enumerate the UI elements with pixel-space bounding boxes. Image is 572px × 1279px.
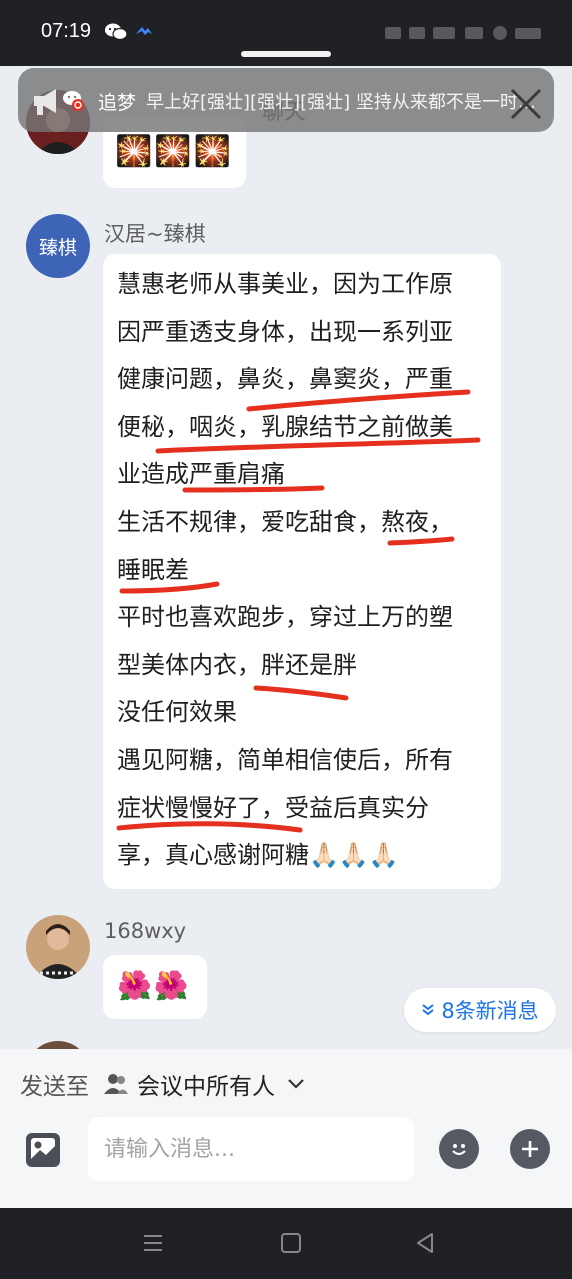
status-time: 07:19 xyxy=(41,20,92,42)
message-line: 症状慢慢好了，受益后真实分 xyxy=(117,793,429,822)
smiley-icon xyxy=(452,1144,466,1156)
avatar-next-sender[interactable] xyxy=(26,1041,90,1049)
image-picker-icon[interactable] xyxy=(24,1131,62,1169)
menu-icon[interactable] xyxy=(142,1228,164,1258)
message-line: 型美体内衣，胖还是胖 xyxy=(117,650,357,679)
back-icon[interactable] xyxy=(414,1228,436,1258)
close-icon[interactable] xyxy=(508,86,544,122)
notification-banner[interactable]: 追梦 早上好[强壮][强壮][强壮] 坚持从来都不是一时的... xyxy=(18,68,554,132)
message-line: 业造成严重肩痛 xyxy=(117,460,285,489)
send-to-prefix: 发送至 xyxy=(20,1074,89,1100)
message-composer: 发送至 会议中所有人 xyxy=(0,1049,572,1208)
system-navigation-bar xyxy=(0,1208,572,1279)
message-line: 健康问题，鼻炎，鼻窦炎，严重 xyxy=(117,365,453,394)
message-line: 平时也喜欢跑步，穿过上万的塑 xyxy=(117,603,453,632)
home-icon[interactable] xyxy=(280,1228,302,1258)
send-to-selector[interactable]: 发送至 会议中所有人 xyxy=(20,1067,305,1101)
wechat-icon xyxy=(63,91,84,111)
avatar-sender-zhenqi[interactable]: 臻棋 xyxy=(26,214,90,278)
more-actions-button[interactable] xyxy=(510,1129,550,1169)
people-icon xyxy=(104,1074,128,1094)
sender-name: 168wxy xyxy=(104,919,187,943)
sheet-drag-handle[interactable] xyxy=(241,51,331,57)
message-bubble-emoji[interactable]: 🌺🌺 xyxy=(103,955,207,1019)
chat-message-list[interactable]: 聊天 🎇🎇🎇 臻棋 汉居~臻棋 慧惠老师从事美业，因为工作原 因严重透支身体，出… xyxy=(0,66,572,1049)
notification-text: 早上好[强壮][强壮][强壮] 坚持从来都不是一时的... xyxy=(146,92,536,113)
double-chevron-down-icon xyxy=(422,1004,434,1016)
status-indicators xyxy=(385,24,545,42)
wechat-icon xyxy=(105,23,128,41)
fireworks-emoji: 🎇🎇🎇 xyxy=(115,134,234,169)
app-notification-icon xyxy=(136,27,152,35)
message-input[interactable] xyxy=(88,1117,414,1181)
message-line: 遇见阿糖，简单相信使后，所有 xyxy=(117,745,453,774)
message-line: 便秘，咽炎，乳腺结节之前做美 xyxy=(117,412,453,441)
message-line: 生活不规律，爱吃甜食，熬夜， xyxy=(117,507,453,536)
message-line: 没任何效果 xyxy=(117,698,237,727)
sender-name: 汉居~臻棋 xyxy=(104,222,206,246)
message-line: 享，真心感谢阿糖🙏🏻🙏🏻🙏🏻 xyxy=(117,841,399,870)
emoji-button[interactable] xyxy=(439,1129,479,1169)
new-messages-button[interactable]: 8条新消息 xyxy=(404,988,556,1032)
new-messages-label: 8条新消息 xyxy=(441,999,539,1023)
message-line: 因严重透支身体，出现一系列亚 xyxy=(117,317,453,346)
message-text: 慧惠老师从事美业，因为工作原 因严重透支身体，出现一系列亚 健康问题，鼻炎，鼻窦… xyxy=(117,261,487,880)
send-to-target: 会议中所有人 xyxy=(137,1074,275,1100)
flower-emoji: 🌺🌺 xyxy=(117,969,191,1002)
input-row xyxy=(0,1117,572,1183)
plus-icon xyxy=(522,1141,538,1157)
notification-sender: 追梦 xyxy=(98,92,137,114)
status-bar: 07:19 xyxy=(0,0,572,66)
megaphone-icon xyxy=(34,89,56,115)
avatar-sender-168wxy[interactable] xyxy=(26,915,90,979)
message-line: 慧惠老师从事美业，因为工作原 xyxy=(117,270,453,298)
message-line: 睡眠差 xyxy=(117,555,189,584)
avatar-initials: 臻棋 xyxy=(38,236,77,259)
chevron-down-icon xyxy=(288,1079,304,1089)
